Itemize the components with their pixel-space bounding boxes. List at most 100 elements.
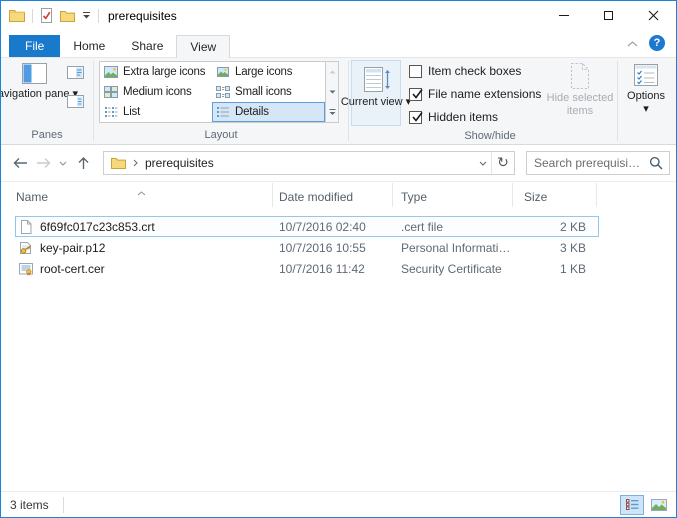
layout-option-label: Large icons	[235, 66, 292, 78]
preview-pane-button[interactable]	[66, 65, 85, 85]
gallery-scroll-down-button[interactable]	[326, 82, 338, 102]
gallery-scroll-up-button[interactable]	[326, 62, 338, 82]
table-row[interactable]: root-cert.cer 10/7/2016 11:42 Security C…	[15, 258, 599, 279]
column-header-size[interactable]: Size	[513, 183, 597, 207]
forward-button[interactable]	[32, 151, 56, 175]
file-date-modified: 10/7/2016 02:40	[273, 220, 393, 234]
search-input[interactable]	[527, 156, 649, 170]
status-separator	[63, 497, 64, 513]
back-button[interactable]	[8, 151, 32, 175]
address-dropdown-button[interactable]	[475, 151, 491, 175]
layout-option-label: List	[123, 106, 140, 118]
triangle-up-icon	[329, 70, 336, 74]
refresh-button[interactable]: ↻	[492, 151, 514, 175]
column-header-type[interactable]: Type	[393, 183, 513, 207]
table-row[interactable]: 6f69fc017c23c853.crt 10/7/2016 02:40 .ce…	[15, 216, 599, 237]
gallery-more-button[interactable]	[326, 102, 338, 122]
window-title: prerequisites	[108, 9, 177, 23]
close-button[interactable]	[631, 1, 676, 30]
view-toggles	[620, 495, 676, 515]
file-type: Personal Informati…	[393, 241, 513, 255]
qat-separator	[98, 9, 99, 23]
maximize-icon	[604, 11, 613, 20]
show-hide-checkboxes: Item check boxes File name extensions Hi…	[403, 58, 545, 130]
new-folder-qat-button[interactable]	[60, 10, 75, 22]
hide-selected-items-button: Hide selected items	[545, 58, 615, 130]
checkbox-label: Item check boxes	[428, 64, 521, 78]
tab-home[interactable]: Home	[60, 35, 118, 57]
current-view-button[interactable]: Current view ▾	[351, 60, 401, 126]
chevron-up-icon	[627, 41, 638, 47]
checkbox-item-check-boxes[interactable]: Item check boxes	[409, 61, 545, 81]
file-generic-icon	[18, 219, 34, 235]
items-count: 3 items	[10, 498, 49, 512]
navigation-pane-label: Navigation pane	[0, 88, 69, 100]
ribbon-group-panes: Navigation pane ▾ Panes	[1, 58, 93, 144]
layout-option-extra-large-icons[interactable]: Extra large icons	[100, 62, 212, 82]
address-toolbar: prerequisites ↻	[1, 145, 676, 182]
checkbox-box	[409, 88, 422, 101]
checkbox-file-name-extensions[interactable]: File name extensions	[409, 84, 545, 104]
table-row[interactable]: key-pair.p12 10/7/2016 10:55 Personal In…	[15, 237, 599, 258]
layout-option-details[interactable]: Details	[212, 102, 325, 122]
layout-option-label: Extra large icons	[123, 66, 205, 78]
checkbox-hidden-items[interactable]: Hidden items	[409, 107, 545, 127]
checkmark-icon	[410, 87, 425, 101]
column-header-date-modified[interactable]: Date modified	[273, 183, 393, 207]
layout-option-small-icons[interactable]: Small icons	[212, 82, 325, 102]
chevron-down-icon	[479, 161, 487, 166]
address-bar[interactable]: prerequisites ↻	[103, 151, 515, 175]
current-view-icon	[361, 65, 391, 95]
checkbox-label: Hidden items	[428, 110, 498, 124]
large-icons-icon	[216, 66, 230, 78]
file-list-pane[interactable]: Name Date modified Type Size 6f69fc017c2…	[1, 182, 676, 491]
view-toggle-details[interactable]	[620, 495, 644, 515]
layout-option-list[interactable]: List	[100, 102, 212, 122]
options-icon	[632, 61, 660, 89]
medium-icons-icon	[104, 86, 118, 98]
extra-large-icons-icon	[104, 66, 118, 78]
qat-separator	[32, 9, 33, 23]
layout-option-large-icons[interactable]: Large icons	[212, 62, 325, 82]
ribbon-group-show-hide: Item check boxes File name extensions Hi…	[403, 58, 617, 144]
ribbon-group-options: Options▾	[618, 58, 676, 144]
qat-customize-button[interactable]	[82, 12, 91, 20]
file-date-modified: 10/7/2016 10:55	[273, 241, 393, 255]
arrow-left-icon	[12, 157, 28, 169]
details-pane-button[interactable]	[66, 94, 85, 114]
status-bar: 3 items	[1, 491, 676, 517]
close-icon	[648, 10, 659, 21]
file-type: Security Certificate	[393, 262, 513, 276]
column-headers: Name Date modified Type Size	[15, 183, 676, 207]
breadcrumb-item[interactable]: prerequisites	[145, 156, 214, 170]
navigation-pane-button[interactable]: Navigation pane ▾	[3, 58, 65, 129]
ribbon-view-tab-panel: Navigation pane ▾ Panes	[1, 57, 676, 145]
ribbon-collapse-button[interactable]	[627, 34, 638, 52]
layout-option-label: Small icons	[235, 86, 292, 98]
layout-gallery-scrollbar	[326, 61, 339, 123]
layout-option-medium-icons[interactable]: Medium icons	[100, 82, 212, 102]
list-view-icon	[104, 106, 118, 118]
recent-locations-button[interactable]	[56, 151, 70, 175]
maximize-button[interactable]	[586, 1, 631, 30]
sort-ascending-icon	[137, 183, 146, 201]
current-view-label: Current view	[341, 96, 403, 108]
help-button[interactable]: ?	[649, 35, 665, 51]
checkbox-label: File name extensions	[428, 87, 541, 101]
minimize-button[interactable]	[541, 1, 586, 30]
show-hide-group-label: Show/hide	[403, 130, 617, 144]
options-button[interactable]: Options▾	[618, 58, 674, 129]
layout-option-label: Details	[235, 106, 269, 118]
tab-share[interactable]: Share	[118, 35, 176, 57]
tab-file[interactable]: File	[9, 35, 60, 57]
view-toggle-thumbnails[interactable]	[647, 495, 671, 515]
navigation-pane-icon	[19, 61, 49, 87]
up-button[interactable]	[70, 151, 96, 175]
preview-pane-icon	[66, 65, 85, 80]
panes-group-label: Panes	[1, 129, 93, 144]
file-size: 1 KB	[513, 262, 596, 276]
tab-view[interactable]: View	[176, 35, 230, 58]
search-icon[interactable]	[649, 156, 663, 170]
properties-qat-button[interactable]	[40, 8, 53, 23]
file-date-modified: 10/7/2016 11:42	[273, 262, 393, 276]
